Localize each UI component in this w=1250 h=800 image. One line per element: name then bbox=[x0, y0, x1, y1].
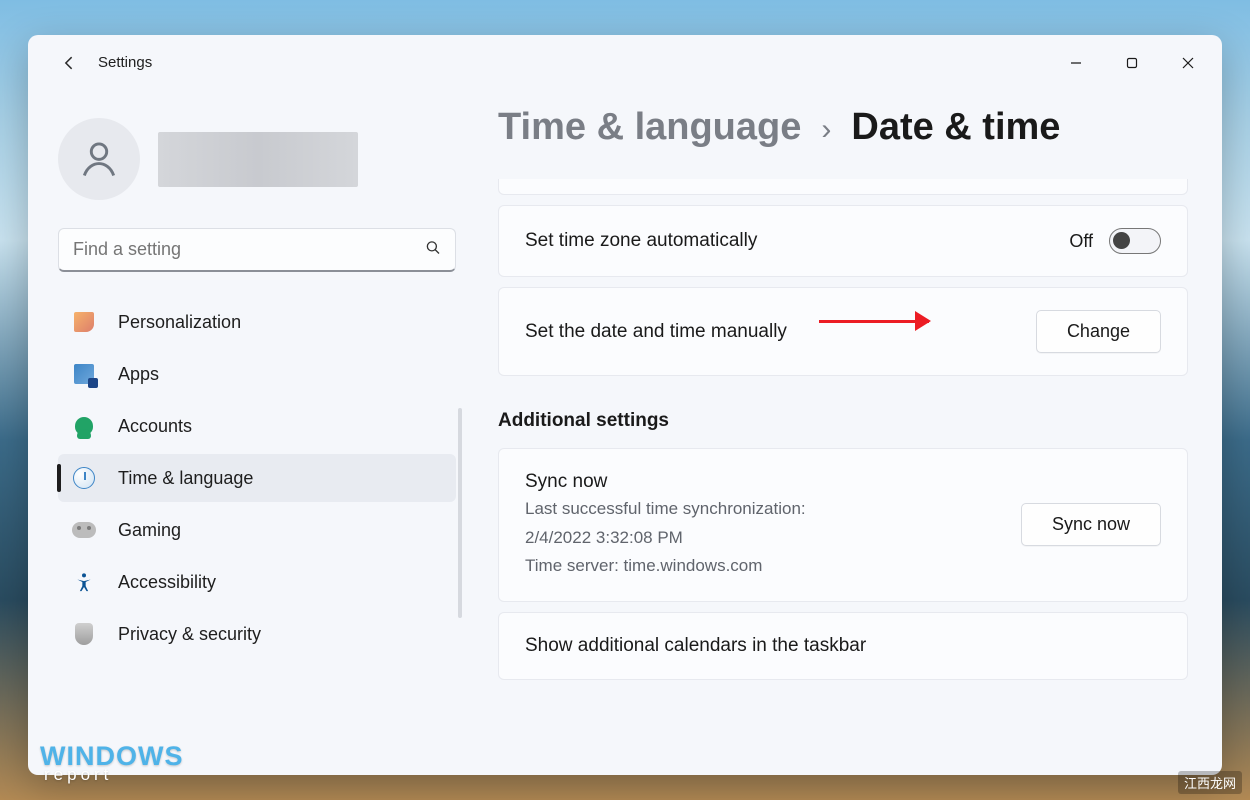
account-header[interactable] bbox=[58, 118, 456, 200]
watermark-corner: 江西龙网 bbox=[1178, 771, 1242, 794]
accessibility-icon bbox=[72, 570, 96, 594]
sidebar: Personalization Apps Accounts Time & lan… bbox=[28, 90, 478, 775]
sidebar-item-label: Accounts bbox=[118, 416, 192, 437]
toggle-knob bbox=[1113, 232, 1130, 249]
nav-list: Personalization Apps Accounts Time & lan… bbox=[58, 298, 456, 658]
settings-window: Settings bbox=[28, 35, 1222, 775]
card-timezone-auto: Set time zone automatically Off bbox=[498, 205, 1188, 277]
personalization-icon bbox=[72, 310, 96, 334]
sidebar-item-label: Accessibility bbox=[118, 572, 216, 593]
change-button[interactable]: Change bbox=[1036, 310, 1161, 353]
gaming-icon bbox=[72, 518, 96, 542]
maximize-button[interactable] bbox=[1104, 43, 1160, 83]
sidebar-item-accounts[interactable]: Accounts bbox=[58, 402, 456, 450]
apps-icon bbox=[72, 362, 96, 386]
sidebar-item-label: Apps bbox=[118, 364, 159, 385]
sidebar-item-label: Personalization bbox=[118, 312, 241, 333]
close-button[interactable] bbox=[1160, 43, 1216, 83]
additional-calendars-label: Show additional calendars in the taskbar bbox=[525, 635, 866, 657]
sync-server: Time server: time.windows.com bbox=[525, 554, 806, 579]
sidebar-item-privacy[interactable]: Privacy & security bbox=[58, 610, 456, 658]
card-previous-clipped bbox=[498, 179, 1188, 195]
titlebar: Settings bbox=[28, 35, 1222, 90]
sidebar-item-label: Privacy & security bbox=[118, 624, 261, 645]
toggle-state-text: Off bbox=[1069, 231, 1093, 252]
search-input[interactable] bbox=[58, 228, 456, 272]
timezone-auto-label: Set time zone automatically bbox=[525, 230, 757, 252]
accounts-icon bbox=[72, 414, 96, 438]
breadcrumb-parent[interactable]: Time & language bbox=[498, 106, 801, 149]
sidebar-item-apps[interactable]: Apps bbox=[58, 350, 456, 398]
sync-last-label: Last successful time synchronization: bbox=[525, 497, 806, 522]
manual-datetime-label: Set the date and time manually bbox=[525, 321, 787, 343]
sidebar-scrollbar[interactable] bbox=[458, 408, 462, 618]
sidebar-item-accessibility[interactable]: Accessibility bbox=[58, 558, 456, 606]
minimize-button[interactable] bbox=[1048, 43, 1104, 83]
chevron-right-icon: › bbox=[821, 113, 831, 147]
sidebar-item-time-language[interactable]: Time & language bbox=[58, 454, 456, 502]
additional-settings-heading: Additional settings bbox=[498, 410, 1188, 432]
app-title: Settings bbox=[98, 54, 152, 71]
search-field[interactable] bbox=[58, 228, 456, 272]
sync-title: Sync now bbox=[525, 471, 806, 493]
sidebar-item-label: Gaming bbox=[118, 520, 181, 541]
timezone-auto-toggle[interactable] bbox=[1109, 228, 1161, 254]
time-language-icon bbox=[72, 466, 96, 490]
breadcrumb-current: Date & time bbox=[851, 106, 1060, 149]
account-name-redacted bbox=[158, 132, 358, 187]
privacy-icon bbox=[72, 622, 96, 646]
sidebar-item-label: Time & language bbox=[118, 468, 253, 489]
card-sync-now: Sync now Last successful time synchroniz… bbox=[498, 448, 1188, 602]
main-panel: Time & language › Date & time Set time z… bbox=[478, 90, 1222, 775]
avatar bbox=[58, 118, 140, 200]
back-icon[interactable] bbox=[60, 53, 80, 73]
watermark-brand: WINDOWS report bbox=[40, 745, 183, 782]
sidebar-item-personalization[interactable]: Personalization bbox=[58, 298, 456, 346]
sidebar-item-gaming[interactable]: Gaming bbox=[58, 506, 456, 554]
breadcrumb: Time & language › Date & time bbox=[498, 106, 1188, 149]
card-additional-calendars[interactable]: Show additional calendars in the taskbar bbox=[498, 612, 1188, 680]
card-manual-datetime: Set the date and time manually Change bbox=[498, 287, 1188, 376]
search-icon bbox=[424, 239, 442, 262]
sync-now-button[interactable]: Sync now bbox=[1021, 503, 1161, 546]
sync-last-value: 2/4/2022 3:32:08 PM bbox=[525, 526, 806, 551]
